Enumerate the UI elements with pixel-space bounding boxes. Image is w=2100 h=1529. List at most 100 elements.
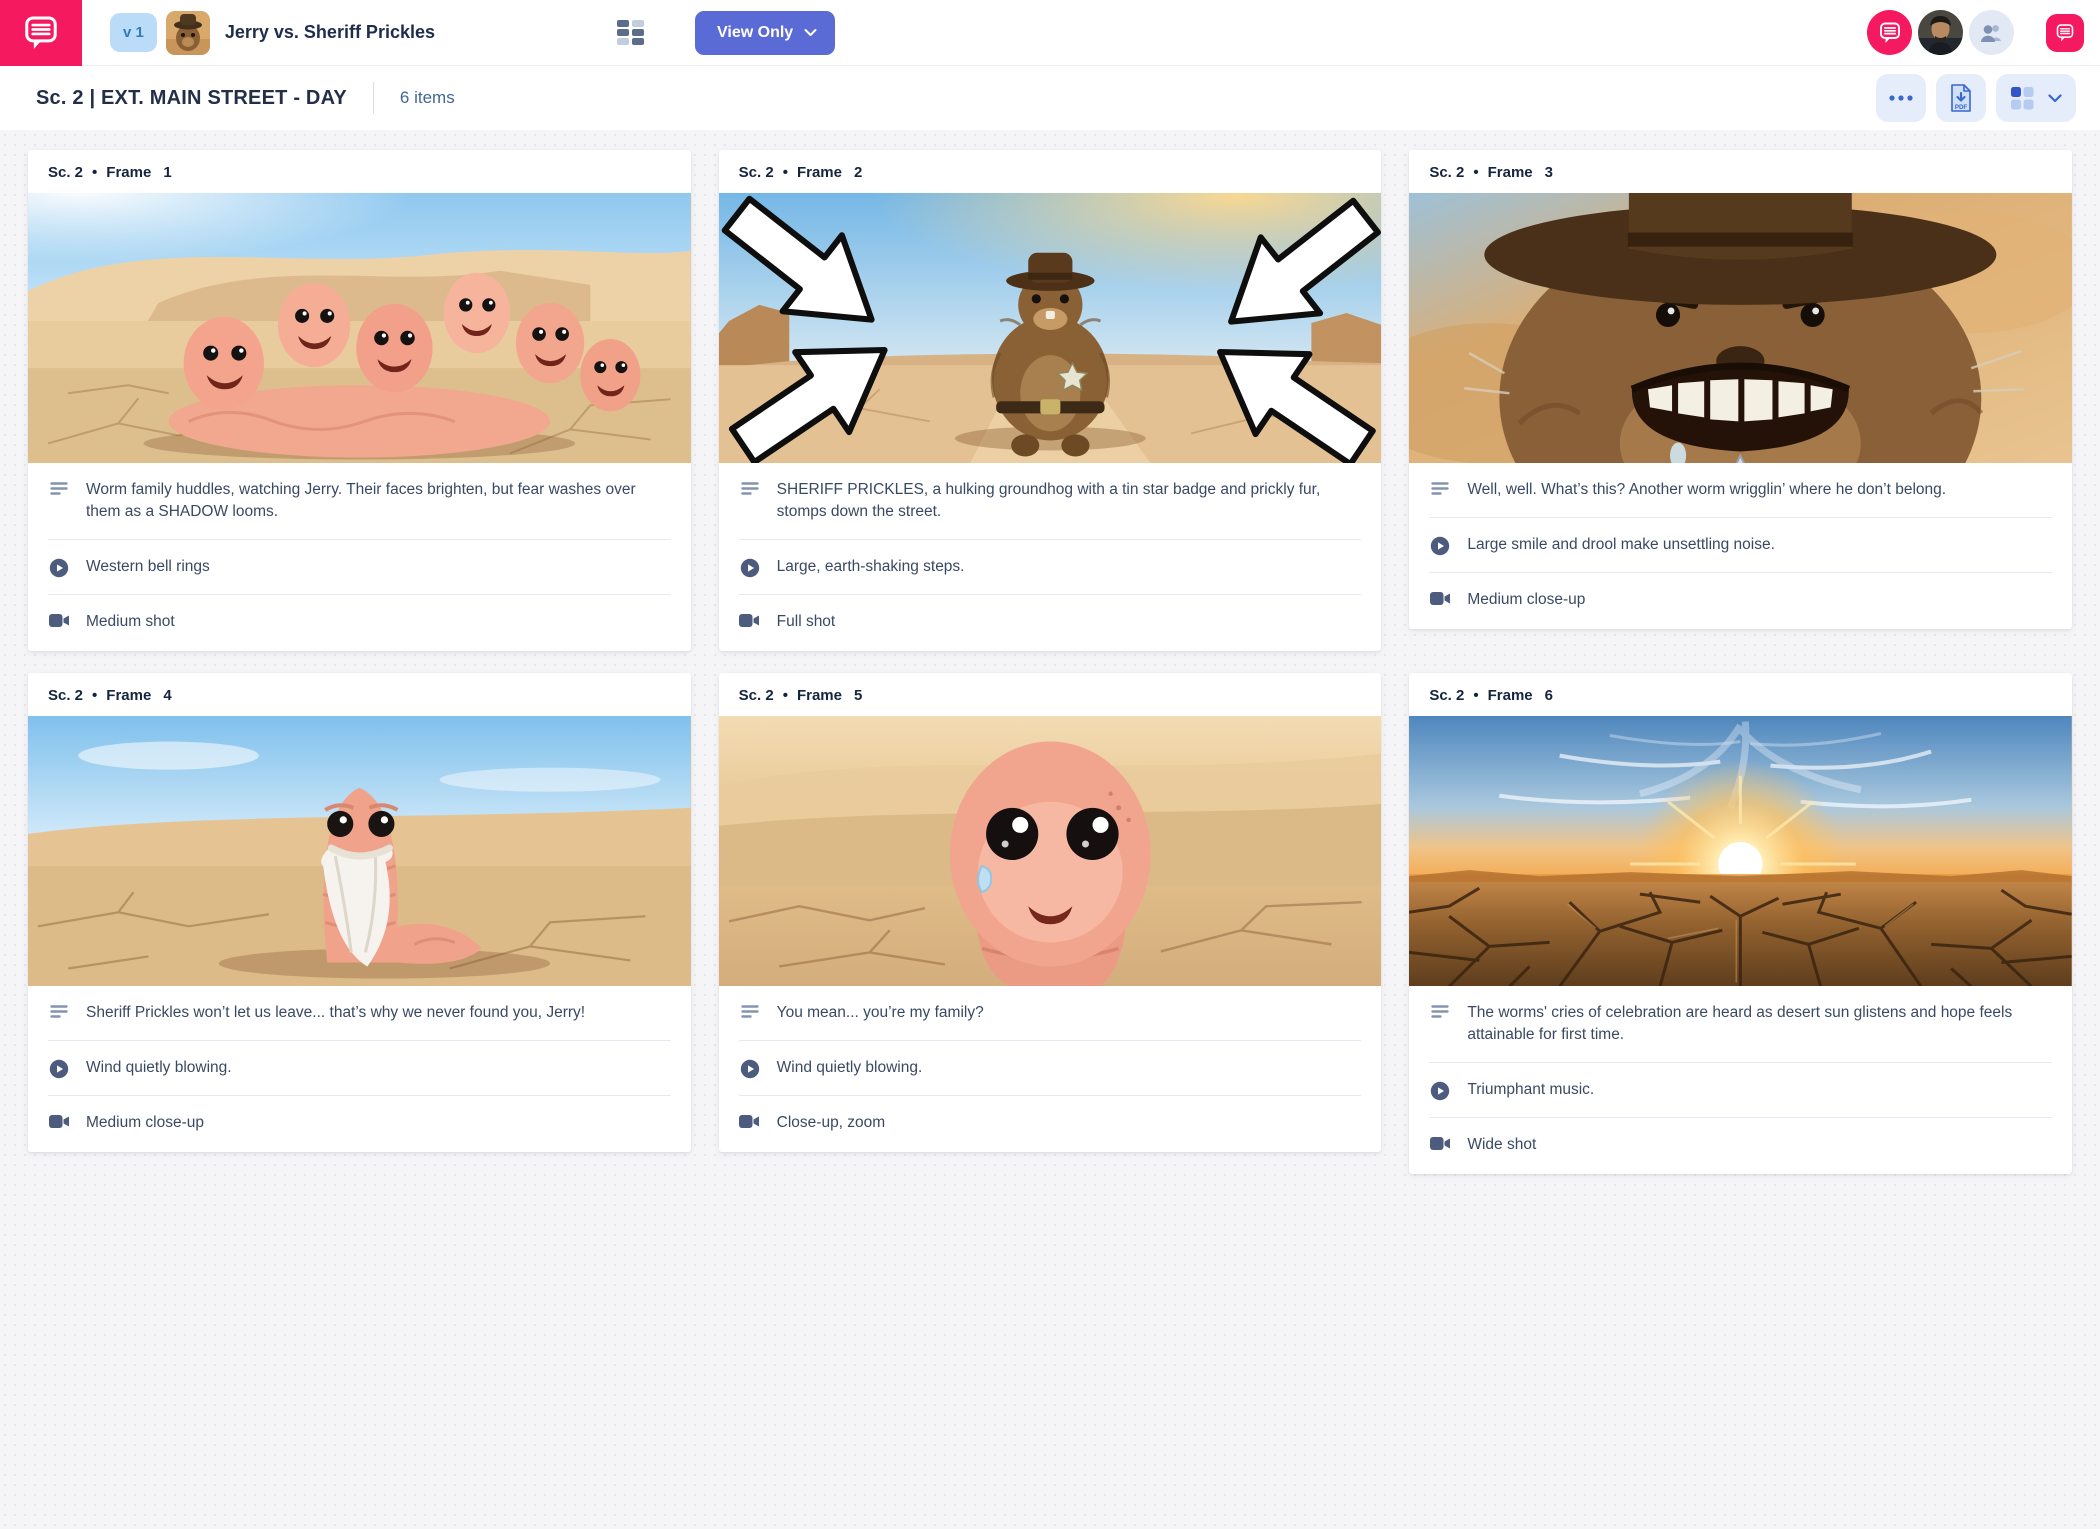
shot-row[interactable]: Medium shot [28,595,691,651]
frame-scene-label: Sc. 2 [1429,687,1464,704]
project-title: Jerry vs. Sheriff Prickles [225,22,435,43]
frame-card-1[interactable]: Sc. 2 • Frame 1 [28,150,691,651]
frame-sound: Wind quietly blowing. [86,1057,232,1079]
sound-row[interactable]: Large smile and drool make unsettling no… [1409,518,2072,572]
frame-number: 3 [1545,164,1553,181]
scene-title: Sc. 2 | EXT. MAIN STREET - DAY [36,87,347,110]
frame-scene-label: Sc. 2 [1429,164,1464,181]
user-avatar-photo [1918,10,1963,55]
frame-scene-label: Sc. 2 [48,687,83,704]
description-row[interactable]: Worm family huddles, watching Jerry. The… [28,463,691,539]
feedback-chat-button[interactable] [2046,14,2084,52]
bullet-separator: • [783,164,788,181]
layout-selector-button[interactable] [1996,74,2076,122]
scene-header-bar: Sc. 2 | EXT. MAIN STREET - DAY 6 items P… [0,66,2100,130]
frame-number: 1 [163,164,171,181]
frame-sound: Large, earth-shaking steps. [777,556,965,578]
frame-number: 2 [854,164,862,181]
frame-shot: Full shot [777,611,836,633]
frame-label: Frame [797,164,842,181]
frame-card-3[interactable]: Sc. 2 • Frame 3 [1409,150,2072,629]
chevron-down-icon [804,28,817,37]
view-only-label: View Only [717,24,793,42]
camera-icon [739,1112,761,1129]
shot-row[interactable]: Medium close-up [28,1096,691,1152]
boords-presence-avatar[interactable] [1867,10,1912,55]
frame-label: Frame [1488,164,1533,181]
frame-card-header: Sc. 2 • Frame 2 [719,150,1382,193]
scene-actions: PDF [1876,74,2076,122]
frame-description: Sheriff Prickles won’t let us leave... t… [86,1002,585,1024]
frame-shot: Medium close-up [1467,589,1585,611]
frame-card-2[interactable]: Sc. 2 • Frame 2 [719,150,1382,651]
app-logo[interactable] [0,0,82,66]
sound-row[interactable]: Western bell rings [28,540,691,594]
sound-row[interactable]: Wind quietly blowing. [719,1041,1382,1095]
sound-row[interactable]: Triumphant music. [1409,1063,2072,1117]
ellipsis-icon [1889,95,1913,101]
description-row[interactable]: Sheriff Prickles won’t let us leave... t… [28,986,691,1040]
frame-sound: Large smile and drool make unsettling no… [1467,534,1775,556]
shared-users-avatar[interactable] [1969,10,2014,55]
frame-label: Frame [1488,687,1533,704]
camera-icon [1429,1134,1451,1151]
description-icon [1429,479,1451,497]
description-row[interactable]: The worms' cries of celebration are hear… [1409,986,2072,1062]
board-view-grid-icon[interactable] [615,18,645,48]
frame-label: Frame [106,164,151,181]
frame-description: The worms' cries of celebration are hear… [1467,1002,2052,1046]
shot-row[interactable]: Medium close-up [1409,573,2072,629]
sound-play-icon [739,1057,761,1079]
project-thumbnail[interactable] [166,11,210,55]
version-badge[interactable]: v 1 [110,13,157,52]
camera-icon [1429,589,1451,606]
description-row[interactable]: SHERIFF PRICKLES, a hulking groundhog wi… [719,463,1382,539]
frame-image-desert-sunrise[interactable] [1409,716,2072,986]
camera-icon [48,611,70,628]
sound-row[interactable]: Wind quietly blowing. [28,1041,691,1095]
sound-play-icon [1429,534,1451,556]
shot-row[interactable]: Wide shot [1409,1118,2072,1174]
project-thumbnail-image [166,11,210,55]
frame-scene-label: Sc. 2 [739,687,774,704]
user-avatar[interactable] [1918,10,1963,55]
frame-grid: Sc. 2 • Frame 1 [28,150,2072,1174]
frame-image-worm-family[interactable] [28,193,691,463]
pdf-download-icon: PDF [1949,84,1973,112]
pdf-label: PDF [1955,104,1968,111]
frame-label: Frame [797,687,842,704]
more-options-button[interactable] [1876,74,1926,122]
frame-description: Well, well. What’s this? Another worm wr… [1467,479,1946,501]
items-count: 6 items [400,88,455,108]
frame-card-4[interactable]: Sc. 2 • Frame 4 [28,673,691,1152]
description-row[interactable]: Well, well. What’s this? Another worm wr… [1409,463,2072,517]
camera-icon [48,1112,70,1129]
frame-card-6[interactable]: Sc. 2 • Frame 6 [1409,673,2072,1174]
frame-card-header: Sc. 2 • Frame 6 [1409,673,2072,716]
shot-row[interactable]: Close-up, zoom [719,1096,1382,1152]
bullet-separator: • [92,164,97,181]
sound-play-icon [48,556,70,578]
description-icon [48,479,70,497]
frame-image-sheriff-closeup[interactable] [1409,193,2072,463]
frame-description: SHERIFF PRICKLES, a hulking groundhog wi… [777,479,1362,523]
frame-number: 4 [163,687,171,704]
frame-description: You mean... you’re my family? [777,1002,984,1024]
frame-image-elder-worm[interactable] [28,716,691,986]
shot-row[interactable]: Full shot [719,595,1382,651]
bullet-separator: • [92,687,97,704]
view-only-button[interactable]: View Only [695,11,835,55]
frame-image-jerry-closeup[interactable] [719,716,1382,986]
boords-logo-icon [1878,21,1902,45]
download-pdf-button[interactable]: PDF [1936,74,1986,122]
frame-shot: Medium shot [86,611,175,633]
grid-layout-icon [2010,86,2034,110]
description-row[interactable]: You mean... you’re my family? [719,986,1382,1040]
frame-sound: Wind quietly blowing. [777,1057,923,1079]
sound-row[interactable]: Large, earth-shaking steps. [719,540,1382,594]
bullet-separator: • [1473,687,1478,704]
chat-bubble-icon [2055,23,2075,43]
frame-number: 6 [1545,687,1553,704]
frame-image-sheriff-full-shot[interactable] [719,193,1382,463]
frame-card-5[interactable]: Sc. 2 • Frame 5 [719,673,1382,1152]
